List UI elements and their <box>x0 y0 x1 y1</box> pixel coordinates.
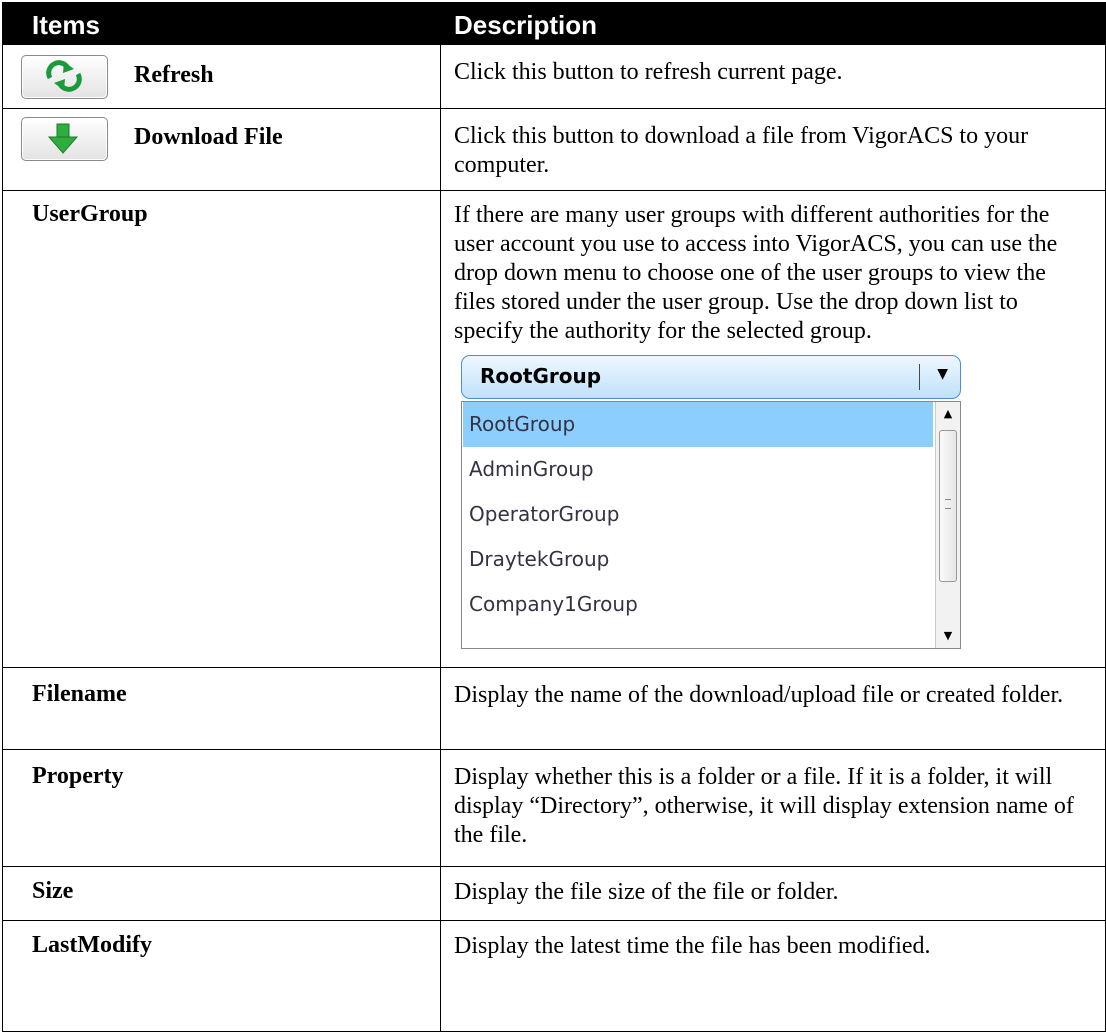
dropdown-list: RootGroup AdminGroup OperatorGroup Drayt… <box>461 401 961 649</box>
item-label: UserGroup <box>32 201 148 227</box>
usergroup-dropdown: RootGroup ▼ RootGroup AdminGroup Operato… <box>461 355 961 657</box>
table-row: LastModify Display the latest time the f… <box>3 920 1105 1031</box>
table-row: Property Display whether this is a folde… <box>3 749 1105 867</box>
item-description: Display the name of the download/upload … <box>454 682 1064 708</box>
header-items: Items <box>32 10 100 40</box>
download-icon <box>47 123 79 154</box>
item-label: Refresh <box>134 62 214 88</box>
item-cell: Refresh <box>3 45 441 109</box>
scroll-down-icon[interactable]: ▼ <box>936 626 960 646</box>
item-description: Display the file size of the file or fol… <box>454 879 839 905</box>
usergroup-select[interactable]: RootGroup ▼ <box>461 355 961 399</box>
table-row: Download File Click this button to downl… <box>3 108 1105 191</box>
selected-value: RootGroup <box>480 364 602 388</box>
refresh-icon <box>46 60 82 92</box>
item-label: Filename <box>32 681 127 707</box>
table-row: Size Display the file size of the file o… <box>3 866 1105 921</box>
header-description: Description <box>454 10 598 40</box>
download-file-button[interactable] <box>21 117 108 161</box>
dropdown-option[interactable]: RootGroup <box>463 402 933 447</box>
item-description: Display whether this is a folder or a fi… <box>454 764 1074 848</box>
dropdown-option[interactable]: Company1Group <box>463 582 933 627</box>
table-header: Items Description <box>3 3 1105 44</box>
items-description-table: Items Description Refresh Click this but… <box>2 2 1106 1032</box>
item-description: If there are many user groups with diffe… <box>454 202 1058 344</box>
dropdown-option[interactable]: OperatorGroup <box>463 492 933 537</box>
item-description: Click this button to download a file fro… <box>454 123 1029 178</box>
dropdown-option[interactable]: DraytekGroup <box>463 537 933 582</box>
item-description: Display the latest time the file has bee… <box>454 933 931 959</box>
item-label: Download File <box>134 124 283 150</box>
chevron-down-icon[interactable]: ▼ <box>937 366 948 382</box>
item-cell: UserGroup <box>3 191 441 668</box>
table-row: Filename Display the name of the downloa… <box>3 667 1105 750</box>
item-cell: LastModify <box>3 921 441 1031</box>
item-cell: Property <box>3 750 441 867</box>
item-description: Click this button to refresh current pag… <box>454 59 843 85</box>
item-cell: Size <box>3 867 441 921</box>
item-label: LastModify <box>32 932 152 958</box>
item-label: Size <box>32 878 74 904</box>
item-cell: Download File <box>3 109 441 191</box>
table-row: Refresh Click this button to refresh cur… <box>3 44 1105 109</box>
grip-icon <box>945 499 951 509</box>
scrollbar-thumb[interactable] <box>939 430 957 582</box>
item-label: Property <box>32 763 124 789</box>
scrollbar[interactable]: ▲ ▼ <box>935 402 960 648</box>
scroll-up-icon[interactable]: ▲ <box>936 404 960 424</box>
refresh-button[interactable] <box>21 55 108 99</box>
item-cell: Filename <box>3 668 441 750</box>
divider <box>919 364 920 390</box>
dropdown-option[interactable]: AdminGroup <box>463 447 933 492</box>
